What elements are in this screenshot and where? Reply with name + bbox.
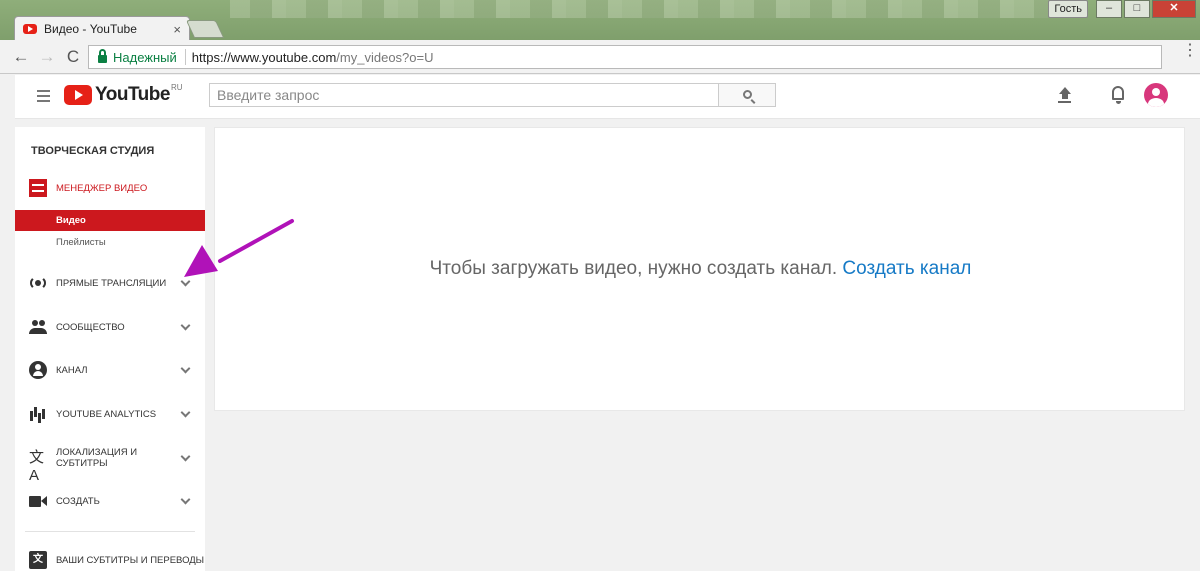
sidebar-item-channel[interactable]: КАНАЛ [15, 361, 205, 379]
background-desktop-strip [230, 0, 1060, 18]
sidebar-item-create[interactable]: СОЗДАТЬ [15, 492, 205, 510]
empty-state-text: Чтобы загружать видео, нужно создать кан… [429, 258, 838, 279]
sidebar-item-label: ЛОКАЛИЗАЦИЯ И СУБТИТРЫ [56, 447, 138, 469]
sidebar-item-subtitles[interactable]: 文 ВАШИ СУБТИТРЫ И ПЕРЕВОДЫ [15, 551, 205, 569]
url-path: /my_videos?o=U [336, 49, 434, 65]
studio-sidebar: ТВОРЧЕСКАЯ СТУДИЯ МЕНЕДЖЕР ВИДЕО Видео П… [15, 127, 205, 571]
youtube-logo[interactable]: YouTube RU [64, 82, 183, 106]
close-window-button[interactable]: ✕ [1152, 0, 1196, 18]
region-code: RU [170, 82, 183, 92]
address-bar[interactable]: Надежный https://www.youtube.com /my_vid… [88, 45, 1162, 69]
youtube-favicon-icon [23, 24, 37, 34]
sidebar-subitem-playlists[interactable]: Плейлисты [56, 237, 106, 248]
browser-titlebar: Видео - YouTube × Гость – □ ✕ [0, 0, 1200, 41]
create-channel-link[interactable]: Создать канал [842, 258, 971, 279]
search-button[interactable] [718, 83, 776, 107]
empty-state-message: Чтобы загружать видео, нужно создать кан… [215, 258, 1186, 280]
youtube-header: YouTube RU Введите запрос [15, 75, 1200, 119]
reload-button[interactable]: C [62, 47, 84, 67]
avatar[interactable] [1144, 83, 1168, 107]
chevron-down-icon[interactable] [180, 363, 191, 374]
sidebar-subitem-videos[interactable]: Видео [15, 210, 205, 231]
hamburger-menu-icon[interactable] [37, 90, 50, 105]
chevron-down-icon[interactable] [180, 451, 191, 462]
annotation-arrow-icon [184, 219, 294, 277]
chevron-down-icon[interactable] [180, 320, 191, 331]
tab-close-icon[interactable]: × [173, 22, 181, 37]
chevron-down-icon[interactable] [180, 494, 191, 505]
live-broadcast-icon [29, 274, 47, 292]
browser-menu-icon[interactable]: ⋮ [1182, 43, 1198, 59]
sidebar-divider [25, 531, 195, 532]
sidebar-item-label: СООБЩЕСТВО [56, 321, 125, 333]
sidebar-item-label: КАНАЛ [56, 364, 88, 376]
address-divider [184, 49, 186, 65]
notifications-bell-icon[interactable] [1112, 86, 1124, 104]
back-button[interactable]: ← [10, 47, 32, 67]
search-icon [743, 90, 752, 99]
video-camera-icon [29, 492, 47, 510]
browser-toolbar: ← → C Надежный https://www.youtube.com /… [0, 40, 1200, 74]
sidebar-item-analytics[interactable]: YOUTUBE ANALYTICS [15, 405, 205, 423]
community-icon [29, 318, 47, 336]
sidebar-item-label: ПРЯМЫЕ ТРАНСЛЯЦИИ [56, 277, 167, 289]
main-content-card: Чтобы загружать видео, нужно создать кан… [214, 127, 1185, 411]
sidebar-item-live[interactable]: ПРЯМЫЕ ТРАНСЛЯЦИИ [15, 274, 205, 292]
sidebar-item-label: ВАШИ СУБТИТРЫ И ПЕРЕВОДЫ [56, 554, 205, 566]
guest-profile-button[interactable]: Гость [1048, 0, 1088, 18]
sidebar-item-localization[interactable]: 文A ЛОКАЛИЗАЦИЯ И СУБТИТРЫ [15, 447, 205, 484]
upload-icon-base [1058, 101, 1071, 103]
window-controls: Гость – □ ✕ [1048, 0, 1196, 18]
url-host: https://www.youtube.com [191, 49, 337, 65]
chevron-down-icon[interactable] [180, 407, 191, 418]
maximize-button[interactable]: □ [1124, 0, 1150, 18]
secure-label: Надежный [113, 49, 177, 65]
search-input[interactable]: Введите запрос [209, 83, 719, 107]
sidebar-item-label: МЕНЕДЖЕР ВИДЕО [56, 182, 148, 194]
minimize-button[interactable]: – [1096, 0, 1122, 18]
sidebar-item-label: СОЗДАТЬ [56, 495, 100, 507]
analytics-bars-icon [29, 405, 47, 423]
forward-button[interactable]: → [36, 47, 58, 67]
lock-icon [98, 48, 107, 63]
tab-title: Видео - YouTube [44, 22, 137, 36]
logo-text: YouTube [95, 84, 170, 105]
translate-icon: 文A [29, 449, 45, 484]
video-manager-icon [29, 179, 47, 197]
new-tab-button[interactable] [185, 20, 225, 38]
sidebar-item-community[interactable]: СООБЩЕСТВО [15, 318, 205, 336]
sidebar-item-video-manager[interactable]: МЕНЕДЖЕР ВИДЕО [15, 179, 205, 197]
channel-account-icon [29, 361, 47, 379]
youtube-play-icon [64, 85, 92, 105]
browser-tab-active[interactable]: Видео - YouTube × [14, 16, 190, 41]
sidebar-item-label: YOUTUBE ANALYTICS [56, 408, 157, 420]
subtitles-translate-icon: 文 [29, 551, 47, 569]
studio-title: ТВОРЧЕСКАЯ СТУДИЯ [31, 145, 155, 157]
